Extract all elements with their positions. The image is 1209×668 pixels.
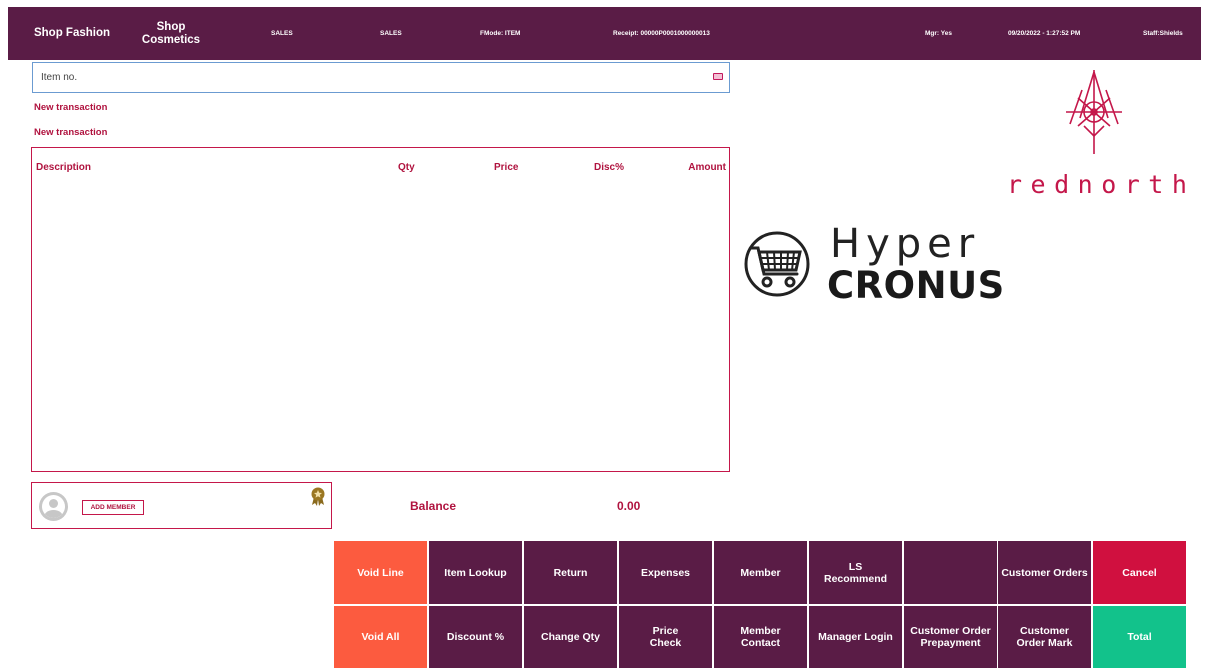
return-button[interactable]: Return (524, 541, 617, 604)
column-disc: Disc% (594, 162, 625, 173)
member-button[interactable]: Member (714, 541, 807, 604)
change-qty-button[interactable]: Change Qty (524, 606, 617, 668)
balance-label: Balance (410, 499, 457, 513)
balance-value: 0.00 (617, 499, 641, 513)
cronus-logo-text: CRONUS (827, 264, 1005, 307)
user-avatar-icon (39, 492, 68, 521)
ls-recommend-button[interactable]: LS Recommend (809, 541, 902, 604)
hyper-logo-text: Hyper (830, 221, 981, 267)
member-contact-button[interactable]: Member Contact (714, 606, 807, 668)
blank-button[interactable] (904, 541, 997, 604)
keyboard-icon[interactable] (713, 73, 723, 80)
item-lookup-button[interactable]: Item Lookup (429, 541, 522, 604)
shop-cosmetics-button[interactable]: Shop Cosmetics (131, 7, 211, 60)
manager-login-button[interactable]: Manager Login (809, 606, 902, 668)
sales-label-2: SALES (380, 30, 402, 37)
column-amount: Amount (688, 162, 726, 173)
expenses-button[interactable]: Expenses (619, 541, 712, 604)
pos-screen: Shop Fashion Shop Cosmetics SALES SALES … (0, 0, 1209, 668)
cancel-button[interactable]: Cancel (1093, 541, 1186, 604)
manager-status: Mgr: Yes (925, 30, 952, 37)
customer-order-prepayment-button[interactable]: Customer Order Prepayment (904, 606, 997, 668)
item-number-input[interactable] (33, 63, 703, 92)
discount-button[interactable]: Discount % (429, 606, 522, 668)
total-button[interactable]: Total (1093, 606, 1186, 668)
top-bar: Shop Fashion Shop Cosmetics SALES SALES … (8, 7, 1201, 60)
award-badge-icon (311, 487, 325, 506)
column-price: Price (494, 162, 519, 173)
customer-order-mark-button[interactable]: Customer Order Mark (998, 606, 1091, 668)
column-qty: Qty (398, 162, 415, 173)
transaction-table: Description Qty Price Disc% Amount (31, 147, 730, 472)
receipt-number: Receipt: 00000P0001000000013 (613, 30, 710, 37)
sales-label-1: SALES (271, 30, 293, 37)
rednorth-logo-text: rednorth (1007, 170, 1196, 199)
member-panel: ADD MEMBER (31, 482, 332, 529)
staff-name: Staff:Shields (1143, 30, 1183, 37)
column-description: Description (36, 162, 92, 173)
customer-orders-button[interactable]: Customer Orders (998, 541, 1091, 604)
shopping-cart-icon (744, 231, 810, 297)
add-member-button[interactable]: ADD MEMBER (82, 500, 144, 515)
transaction-status-2: New transaction (34, 127, 108, 138)
shop-fashion-button[interactable]: Shop Fashion (32, 7, 112, 60)
price-check-button[interactable]: Price Check (619, 606, 712, 668)
transaction-status-1: New transaction (34, 102, 108, 113)
void-line-button[interactable]: Void Line (334, 541, 427, 604)
void-all-button[interactable]: Void All (334, 606, 427, 668)
rednorth-logo-icon (1066, 70, 1122, 154)
date-time: 09/20/2022 - 1:27:52 PM (1008, 30, 1081, 37)
fmode-label: FMode: ITEM (480, 30, 521, 37)
item-search-box (32, 62, 730, 93)
